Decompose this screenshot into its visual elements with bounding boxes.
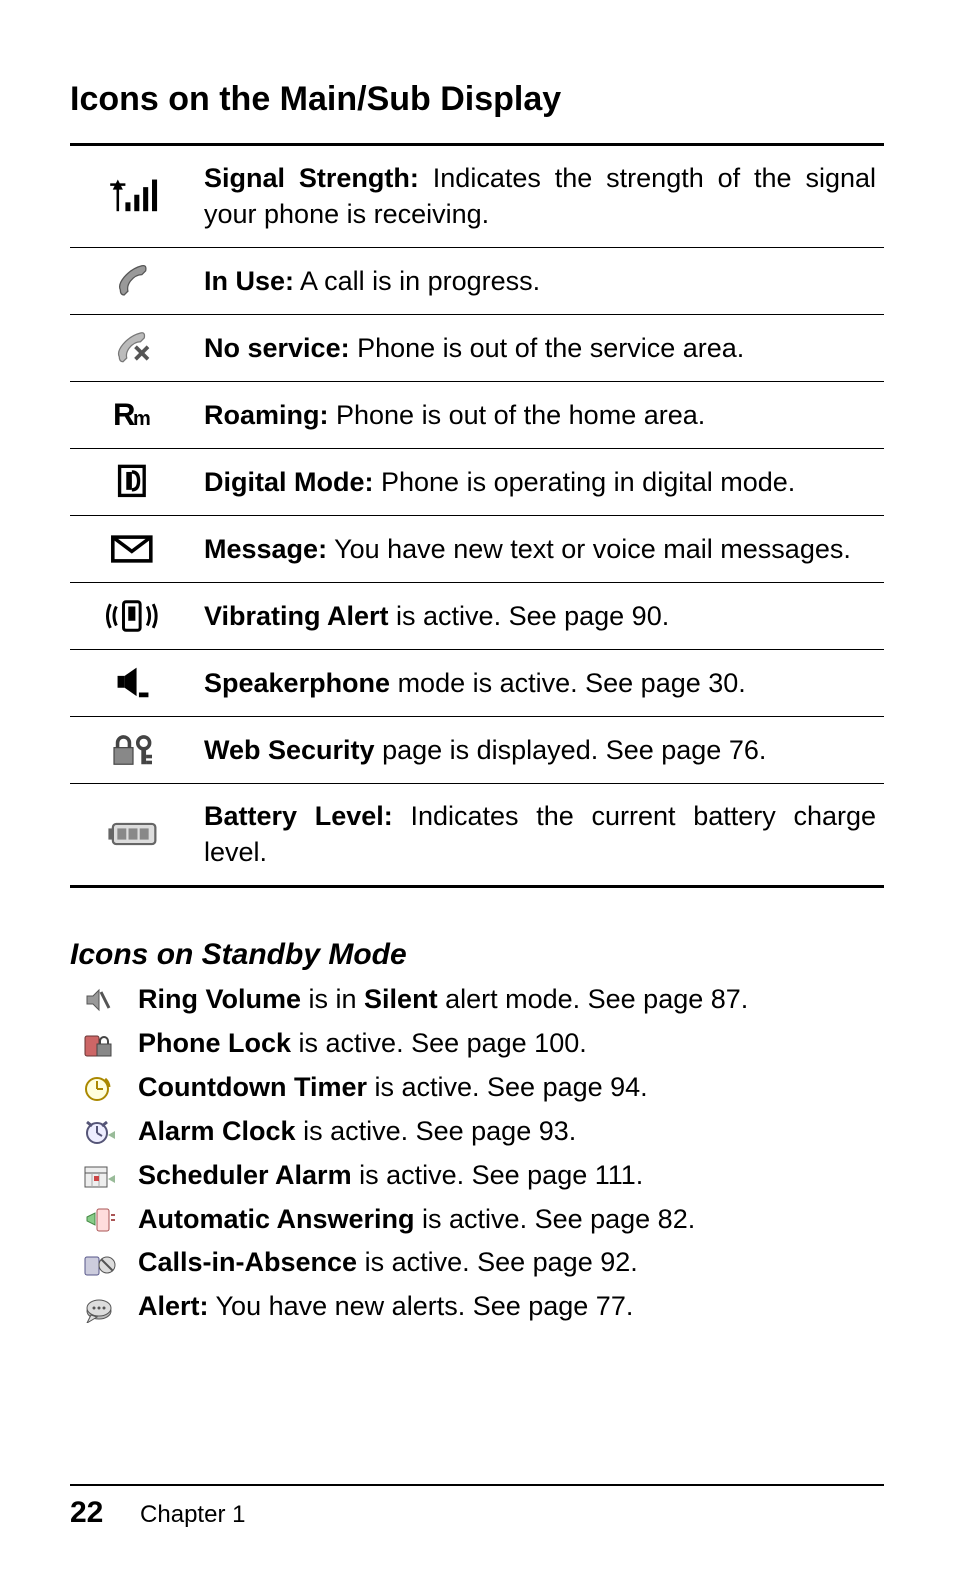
standby-text: Phone Lock is active. See page 100. — [138, 1028, 587, 1059]
icon-table: Signal Strength: Indicates the strength … — [70, 143, 884, 888]
timer-icon — [80, 1072, 120, 1104]
websec-icon — [70, 716, 196, 783]
icon-definition: is active. See page 90. — [389, 601, 670, 631]
icon-description: Digital Mode: Phone is operating in digi… — [196, 448, 884, 515]
digital-icon — [70, 448, 196, 515]
standby-text: Calls-in-Absence is active. See page 92. — [138, 1247, 638, 1278]
speaker-icon — [70, 649, 196, 716]
standby-text: Alarm Clock is active. See page 93. — [138, 1116, 576, 1147]
standby-text: Scheduler Alarm is active. See page 111. — [138, 1160, 643, 1191]
standby-item: Phone Lock is active. See page 100. — [80, 1028, 884, 1060]
standby-term: Alert: — [138, 1291, 209, 1321]
icon-description: No service: Phone is out of the service … — [196, 314, 884, 381]
phonelock-icon — [80, 1028, 120, 1060]
noservice-icon — [70, 314, 196, 381]
icon-description: Vibrating Alert is active. See page 90. — [196, 582, 884, 649]
icon-definition: Phone is out of the service area. — [350, 333, 745, 363]
roaming-icon — [70, 381, 196, 448]
manual-page: Icons on the Main/Sub Display Signal Str… — [0, 0, 954, 1590]
icon-term: Signal Strength: — [204, 163, 419, 193]
icon-row: Web Security page is displayed. See page… — [70, 716, 884, 783]
icon-row: In Use: A call is in progress. — [70, 247, 884, 314]
standby-term: Ring Volume — [138, 984, 301, 1014]
standby-term: Alarm Clock — [138, 1116, 296, 1146]
standby-subtitle: Icons on Standby Mode — [70, 938, 884, 972]
standby-term: Countdown Timer — [138, 1072, 367, 1102]
standby-item: Automatic Answering is active. See page … — [80, 1203, 884, 1235]
message-icon — [70, 515, 196, 582]
ringvol-icon — [80, 984, 120, 1016]
standby-term: Automatic Answering — [138, 1204, 415, 1234]
vibrate-icon — [70, 582, 196, 649]
icon-description: In Use: A call is in progress. — [196, 247, 884, 314]
icon-row: Signal Strength: Indicates the strength … — [70, 145, 884, 248]
alarm-icon — [80, 1115, 120, 1147]
icon-definition: A call is in progress. — [294, 266, 540, 296]
icon-row: Speakerphone mode is active. See page 30… — [70, 649, 884, 716]
standby-item: Scheduler Alarm is active. See page 111. — [80, 1159, 884, 1191]
icon-description: Speakerphone mode is active. See page 30… — [196, 649, 884, 716]
icon-definition: mode is active. See page 30. — [390, 668, 746, 698]
standby-item: Alarm Clock is active. See page 93. — [80, 1115, 884, 1147]
standby-item: Ring Volume is in Silent alert mode. See… — [80, 984, 884, 1016]
icon-term: Message: — [204, 534, 327, 564]
chapter-label: Chapter 1 — [140, 1501, 245, 1528]
icon-definition: You have new text or voice mail messages… — [327, 534, 851, 564]
alert-icon — [80, 1291, 120, 1323]
icon-definition: page is displayed. See page 76. — [375, 735, 767, 765]
autoans-icon — [80, 1203, 120, 1235]
standby-item: Alert: You have new alerts. See page 77. — [80, 1291, 884, 1323]
icon-term: No service: — [204, 333, 350, 363]
icon-term: Web Security — [204, 735, 375, 765]
standby-term: Phone Lock — [138, 1028, 291, 1058]
scheduler-icon — [80, 1159, 120, 1191]
icon-row: Vibrating Alert is active. See page 90. — [70, 582, 884, 649]
signal-icon — [70, 145, 196, 248]
section-title: Icons on the Main/Sub Display — [70, 80, 884, 119]
standby-list: Ring Volume is in Silent alert mode. See… — [70, 984, 884, 1323]
icon-term: Roaming: — [204, 400, 329, 430]
icon-definition: Phone is out of the home area. — [329, 400, 706, 430]
standby-item: Countdown Timer is active. See page 94. — [80, 1072, 884, 1104]
icon-row: Message: You have new text or voice mail… — [70, 515, 884, 582]
inuse-icon — [70, 247, 196, 314]
standby-term: Scheduler Alarm — [138, 1160, 352, 1190]
standby-text: Alert: You have new alerts. See page 77. — [138, 1291, 633, 1322]
icon-term: Battery Level: — [204, 801, 393, 831]
icon-row: Digital Mode: Phone is operating in digi… — [70, 448, 884, 515]
standby-text: Automatic Answering is active. See page … — [138, 1204, 695, 1235]
icon-row: No service: Phone is out of the service … — [70, 314, 884, 381]
icon-term: In Use: — [204, 266, 294, 296]
icon-description: Web Security page is displayed. See page… — [196, 716, 884, 783]
icon-term: Speakerphone — [204, 668, 390, 698]
icon-term: Vibrating Alert — [204, 601, 389, 631]
icon-definition: Phone is operating in digital mode. — [374, 467, 796, 497]
icon-row: Roaming: Phone is out of the home area. — [70, 381, 884, 448]
absence-icon — [80, 1247, 120, 1279]
icon-row: Battery Level: Indicates the current bat… — [70, 783, 884, 886]
page-number: 22 — [70, 1496, 103, 1529]
page-footer: 22 Chapter 1 — [70, 1484, 884, 1530]
standby-item: Calls-in-Absence is active. See page 92. — [80, 1247, 884, 1279]
icon-term: Digital Mode: — [204, 467, 374, 497]
icon-description: Roaming: Phone is out of the home area. — [196, 381, 884, 448]
icon-description: Message: You have new text or voice mail… — [196, 515, 884, 582]
standby-text: Countdown Timer is active. See page 94. — [138, 1072, 648, 1103]
standby-text: Ring Volume is in Silent alert mode. See… — [138, 984, 748, 1015]
icon-description: Battery Level: Indicates the current bat… — [196, 783, 884, 886]
standby-term: Calls-in-Absence — [138, 1247, 357, 1277]
icon-description: Signal Strength: Indicates the strength … — [196, 145, 884, 248]
battery-icon — [70, 783, 196, 886]
